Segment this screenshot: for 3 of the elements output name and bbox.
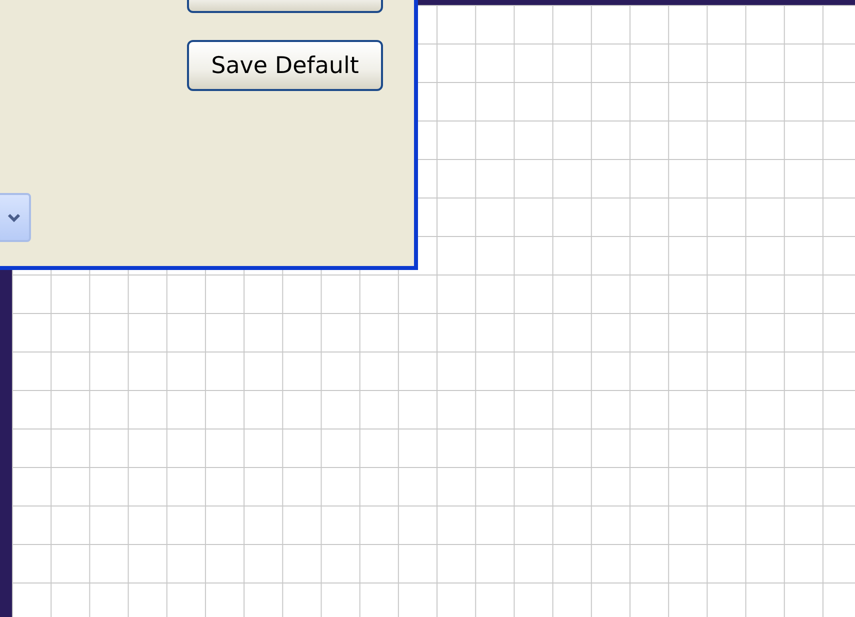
save-default-button[interactable]: Save Default <box>187 40 383 91</box>
chevron-down-icon <box>6 212 20 222</box>
dropdown-button[interactable] <box>0 193 31 242</box>
